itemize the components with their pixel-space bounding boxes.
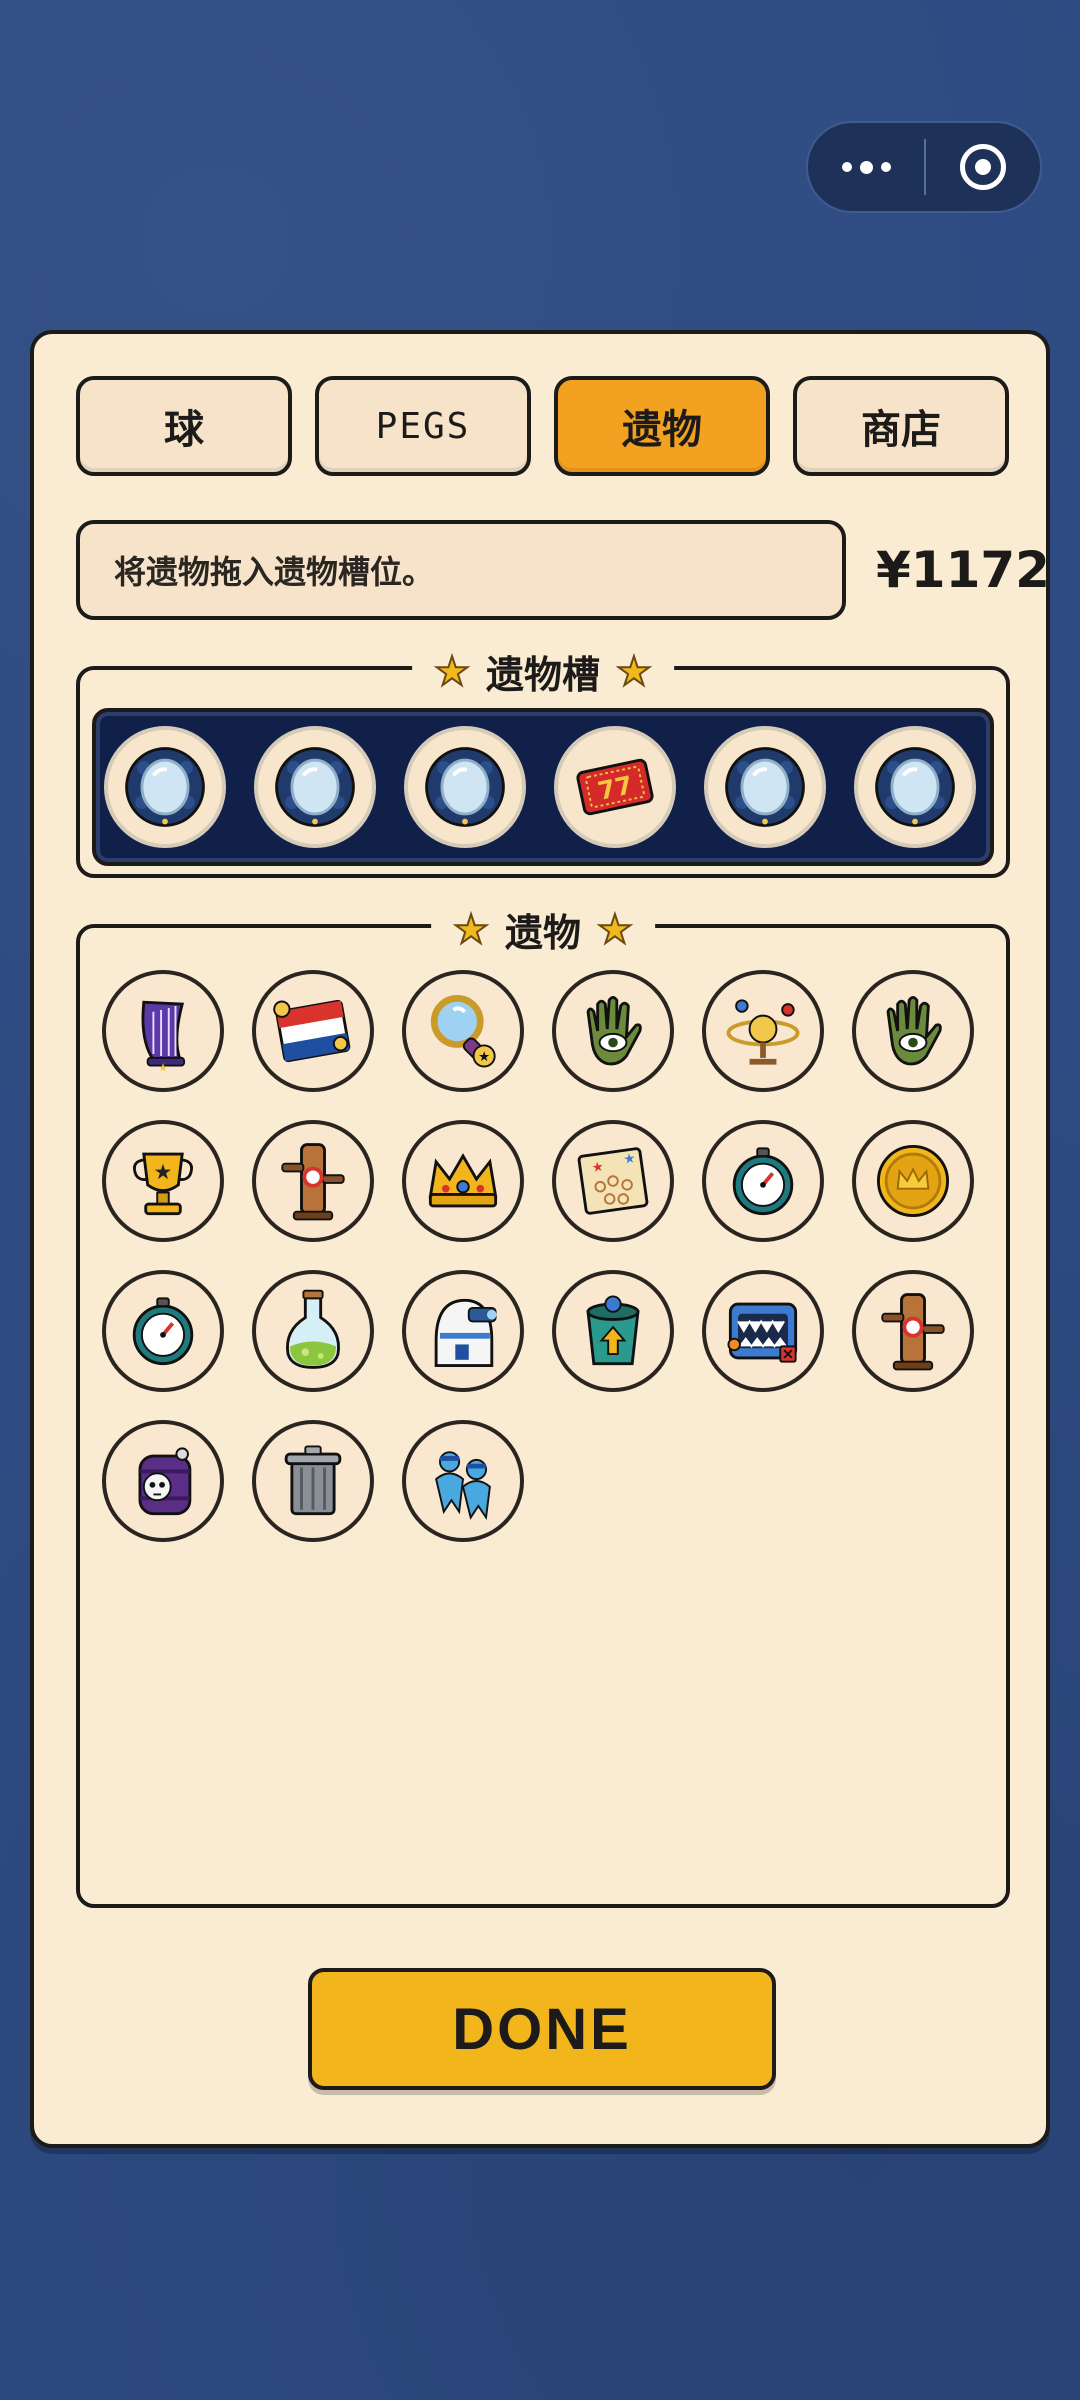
- mirror-icon[interactable]: [704, 726, 826, 848]
- crown-icon[interactable]: [402, 1120, 524, 1242]
- trash-can-icon[interactable]: [252, 1420, 374, 1542]
- svg-text:★: ★: [591, 1160, 605, 1177]
- tab-bar: 球 PEGS 遗物 商店: [76, 376, 1010, 476]
- done-button[interactable]: DONE: [308, 1968, 776, 2090]
- relic-slots-title-text: 遗物槽: [485, 653, 601, 697]
- svg-text:★: ★: [154, 1159, 173, 1184]
- gold-coin-icon[interactable]: [852, 1120, 974, 1242]
- twin-figures-icon[interactable]: [402, 1420, 524, 1542]
- mimic-monitor-icon[interactable]: [702, 1270, 824, 1392]
- star-icon: ★: [615, 648, 653, 696]
- bucket-arrow-icon[interactable]: [552, 1270, 674, 1392]
- flag-sticker-icon[interactable]: [252, 970, 374, 1092]
- trophy-icon[interactable]: ★: [102, 1120, 224, 1242]
- svg-text:★: ★: [478, 1050, 490, 1065]
- instruction-text: 将遗物拖入遗物槽位。: [76, 520, 846, 620]
- tab-pegs[interactable]: PEGS: [315, 376, 531, 476]
- tab-balls[interactable]: 球: [76, 376, 292, 476]
- mini-program-capsule: [806, 121, 1042, 213]
- relic-slots-section: ★ 遗物槽 ★ 77: [76, 644, 1010, 878]
- target-post-icon[interactable]: [252, 1120, 374, 1242]
- mirror-icon[interactable]: [404, 726, 526, 848]
- svg-text:★: ★: [623, 1151, 637, 1168]
- eye-hand-icon[interactable]: [852, 970, 974, 1092]
- target-post-icon[interactable]: [852, 1270, 974, 1392]
- magnifier-icon[interactable]: ★: [402, 970, 524, 1092]
- star-icon: ★: [452, 906, 490, 954]
- harp-icon[interactable]: ★: [102, 970, 224, 1092]
- mirror-icon[interactable]: [854, 726, 976, 848]
- star-icon: ★: [596, 906, 634, 954]
- eye-hand-icon[interactable]: [552, 970, 674, 1092]
- currency-display: ¥1172: [876, 541, 1050, 599]
- treasure-map-icon[interactable]: ★ ★: [552, 1120, 674, 1242]
- robot-dome-icon[interactable]: [402, 1270, 524, 1392]
- stopwatch-icon[interactable]: [702, 1120, 824, 1242]
- stopwatch-icon[interactable]: [102, 1270, 224, 1392]
- svg-text:★: ★: [158, 1060, 168, 1074]
- tab-relics[interactable]: 遗物: [554, 376, 770, 476]
- relic-inventory-section: ★ 遗物 ★ ★ ★ ★ ★ ★: [76, 902, 1010, 1908]
- close-target-icon[interactable]: [926, 144, 1040, 190]
- mirror-icon[interactable]: [104, 726, 226, 848]
- relic-panel: 球 PEGS 遗物 商店 将遗物拖入遗物槽位。 ¥1172 ★ 遗物槽 ★ 77…: [30, 330, 1050, 2148]
- orrery-icon[interactable]: [702, 970, 824, 1092]
- more-options-icon[interactable]: [808, 123, 924, 211]
- lucky-77-ticket-icon[interactable]: 77: [554, 726, 676, 848]
- skull-barrel-icon[interactable]: [102, 1420, 224, 1542]
- tab-shop[interactable]: 商店: [793, 376, 1009, 476]
- star-icon: ★: [433, 648, 471, 696]
- relic-inventory-title-text: 遗物: [504, 911, 582, 955]
- mirror-icon[interactable]: [254, 726, 376, 848]
- potion-flask-icon[interactable]: [252, 1270, 374, 1392]
- relic-inventory-title: ★ 遗物 ★: [431, 902, 655, 957]
- relic-slots-title: ★ 遗物槽 ★: [412, 644, 674, 699]
- relic-slots-bar: 77: [92, 708, 994, 866]
